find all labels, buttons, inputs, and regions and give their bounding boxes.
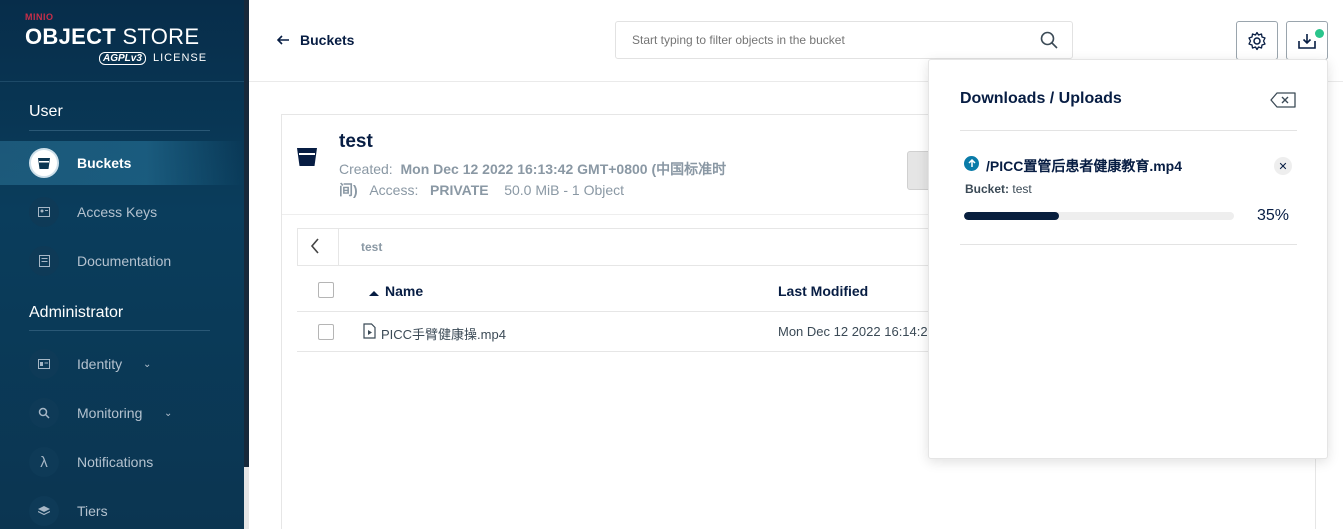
sidebar-divider (0, 81, 244, 82)
sidebar-item-label: Buckets (77, 155, 132, 171)
panel-divider (960, 130, 1297, 131)
video-file-icon (363, 323, 376, 339)
downloads-button[interactable] (1286, 21, 1328, 60)
downloads-uploads-panel: Downloads / Uploads /PICC置管后患者健康教育.mp4 ✕… (928, 59, 1328, 459)
lambda-icon: λ (29, 447, 59, 477)
bucket-metadata: Created: Mon Dec 12 2022 16:13:42 GMT+08… (339, 159, 759, 201)
sidebar-item-tiers[interactable]: Tiers (0, 489, 244, 529)
transfer-bucket: Bucket: test (965, 182, 1032, 196)
sidebar-item-label: Tiers (77, 503, 108, 519)
identity-icon (29, 349, 59, 379)
arrow-left-icon (276, 32, 290, 48)
sidebar-item-notifications[interactable]: λ Notifications (0, 440, 244, 484)
minio-logo[interactable]: MINIO OBJECT STORE AGPLv3 LICENSE (25, 12, 215, 72)
row-checkbox[interactable] (318, 324, 334, 340)
logo-license-text: LICENSE (153, 52, 208, 64)
sidebar-item-label: Monitoring (77, 405, 143, 421)
bucket-icon (297, 148, 317, 166)
panel-title: Downloads / Uploads (960, 90, 1122, 107)
breadcrumb-path[interactable]: test (361, 240, 382, 254)
bucket-name: test (339, 131, 373, 152)
access-label: Access: (369, 182, 419, 198)
gear-icon (1248, 31, 1266, 50)
sidebar-item-documentation[interactable]: Documentation (0, 239, 244, 283)
sidebar-item-label: Access Keys (77, 204, 158, 220)
breadcrumb-separator (338, 229, 339, 265)
progress-bar (964, 212, 1234, 220)
sidebar-item-access-keys[interactable]: Access Keys (0, 190, 244, 234)
sidebar-item-identity[interactable]: Identity ⌄ (0, 342, 244, 386)
notification-dot (1315, 29, 1324, 38)
logo-minio-text: MINIO (25, 12, 54, 22)
progress-percent: 35% (1257, 207, 1290, 224)
file-last-modified: Mon Dec 12 2022 16:14:2 (778, 324, 928, 339)
search-icon[interactable] (1040, 31, 1058, 49)
access-value: PRIVATE (430, 182, 489, 198)
column-last-modified[interactable]: Last Modified (778, 283, 868, 299)
section-divider (29, 130, 210, 131)
sidebar-scrollbar-thumb[interactable] (244, 467, 249, 529)
sidebar: MINIO OBJECT STORE AGPLv3 LICENSE User B… (0, 0, 244, 529)
transfer-file-name: /PICC置管后患者健康教育.mp4 (986, 158, 1183, 174)
bucket-icon (29, 148, 59, 178)
sort-asc-icon[interactable] (369, 284, 379, 302)
search-input[interactable] (616, 22, 1036, 58)
section-divider (29, 330, 210, 331)
column-name[interactable]: Name (385, 283, 423, 299)
sidebar-item-label: Notifications (77, 454, 154, 470)
section-user: User (29, 103, 63, 120)
panel-divider (960, 244, 1297, 245)
sidebar-item-buckets[interactable]: Buckets (0, 141, 244, 185)
back-label: Buckets (300, 32, 355, 48)
chevron-left-icon[interactable] (310, 238, 320, 259)
tiers-icon (29, 496, 59, 526)
chevron-down-icon: ⌄ (143, 358, 152, 370)
bucket-size: 50.0 MiB - 1 Object (504, 182, 625, 198)
chevron-down-icon: ⌄ (164, 407, 173, 419)
logo-title: OBJECT STORE (25, 24, 200, 49)
sidebar-item-monitoring[interactable]: Monitoring ⌄ (0, 391, 244, 435)
clear-all-icon[interactable] (1270, 92, 1296, 108)
sidebar-item-label: Documentation (77, 253, 172, 269)
settings-button[interactable] (1236, 21, 1278, 60)
created-label: Created: (339, 161, 393, 177)
section-administrator: Administrator (29, 304, 124, 321)
doc-icon (29, 246, 59, 276)
object-filter-search (615, 21, 1073, 59)
agpl-badge: AGPLv3 (99, 52, 146, 65)
download-icon (1298, 33, 1316, 49)
back-to-buckets-link[interactable]: Buckets (276, 32, 355, 48)
upload-arrow-icon (964, 156, 979, 171)
select-all-checkbox[interactable] (318, 282, 334, 298)
monitoring-icon (29, 398, 59, 428)
close-icon[interactable]: ✕ (1274, 157, 1292, 175)
progress-fill (964, 212, 1059, 220)
file-name: PICC手臂健康操.mp4 (381, 327, 506, 342)
sidebar-item-label: Identity (77, 356, 123, 372)
key-icon (29, 197, 59, 227)
